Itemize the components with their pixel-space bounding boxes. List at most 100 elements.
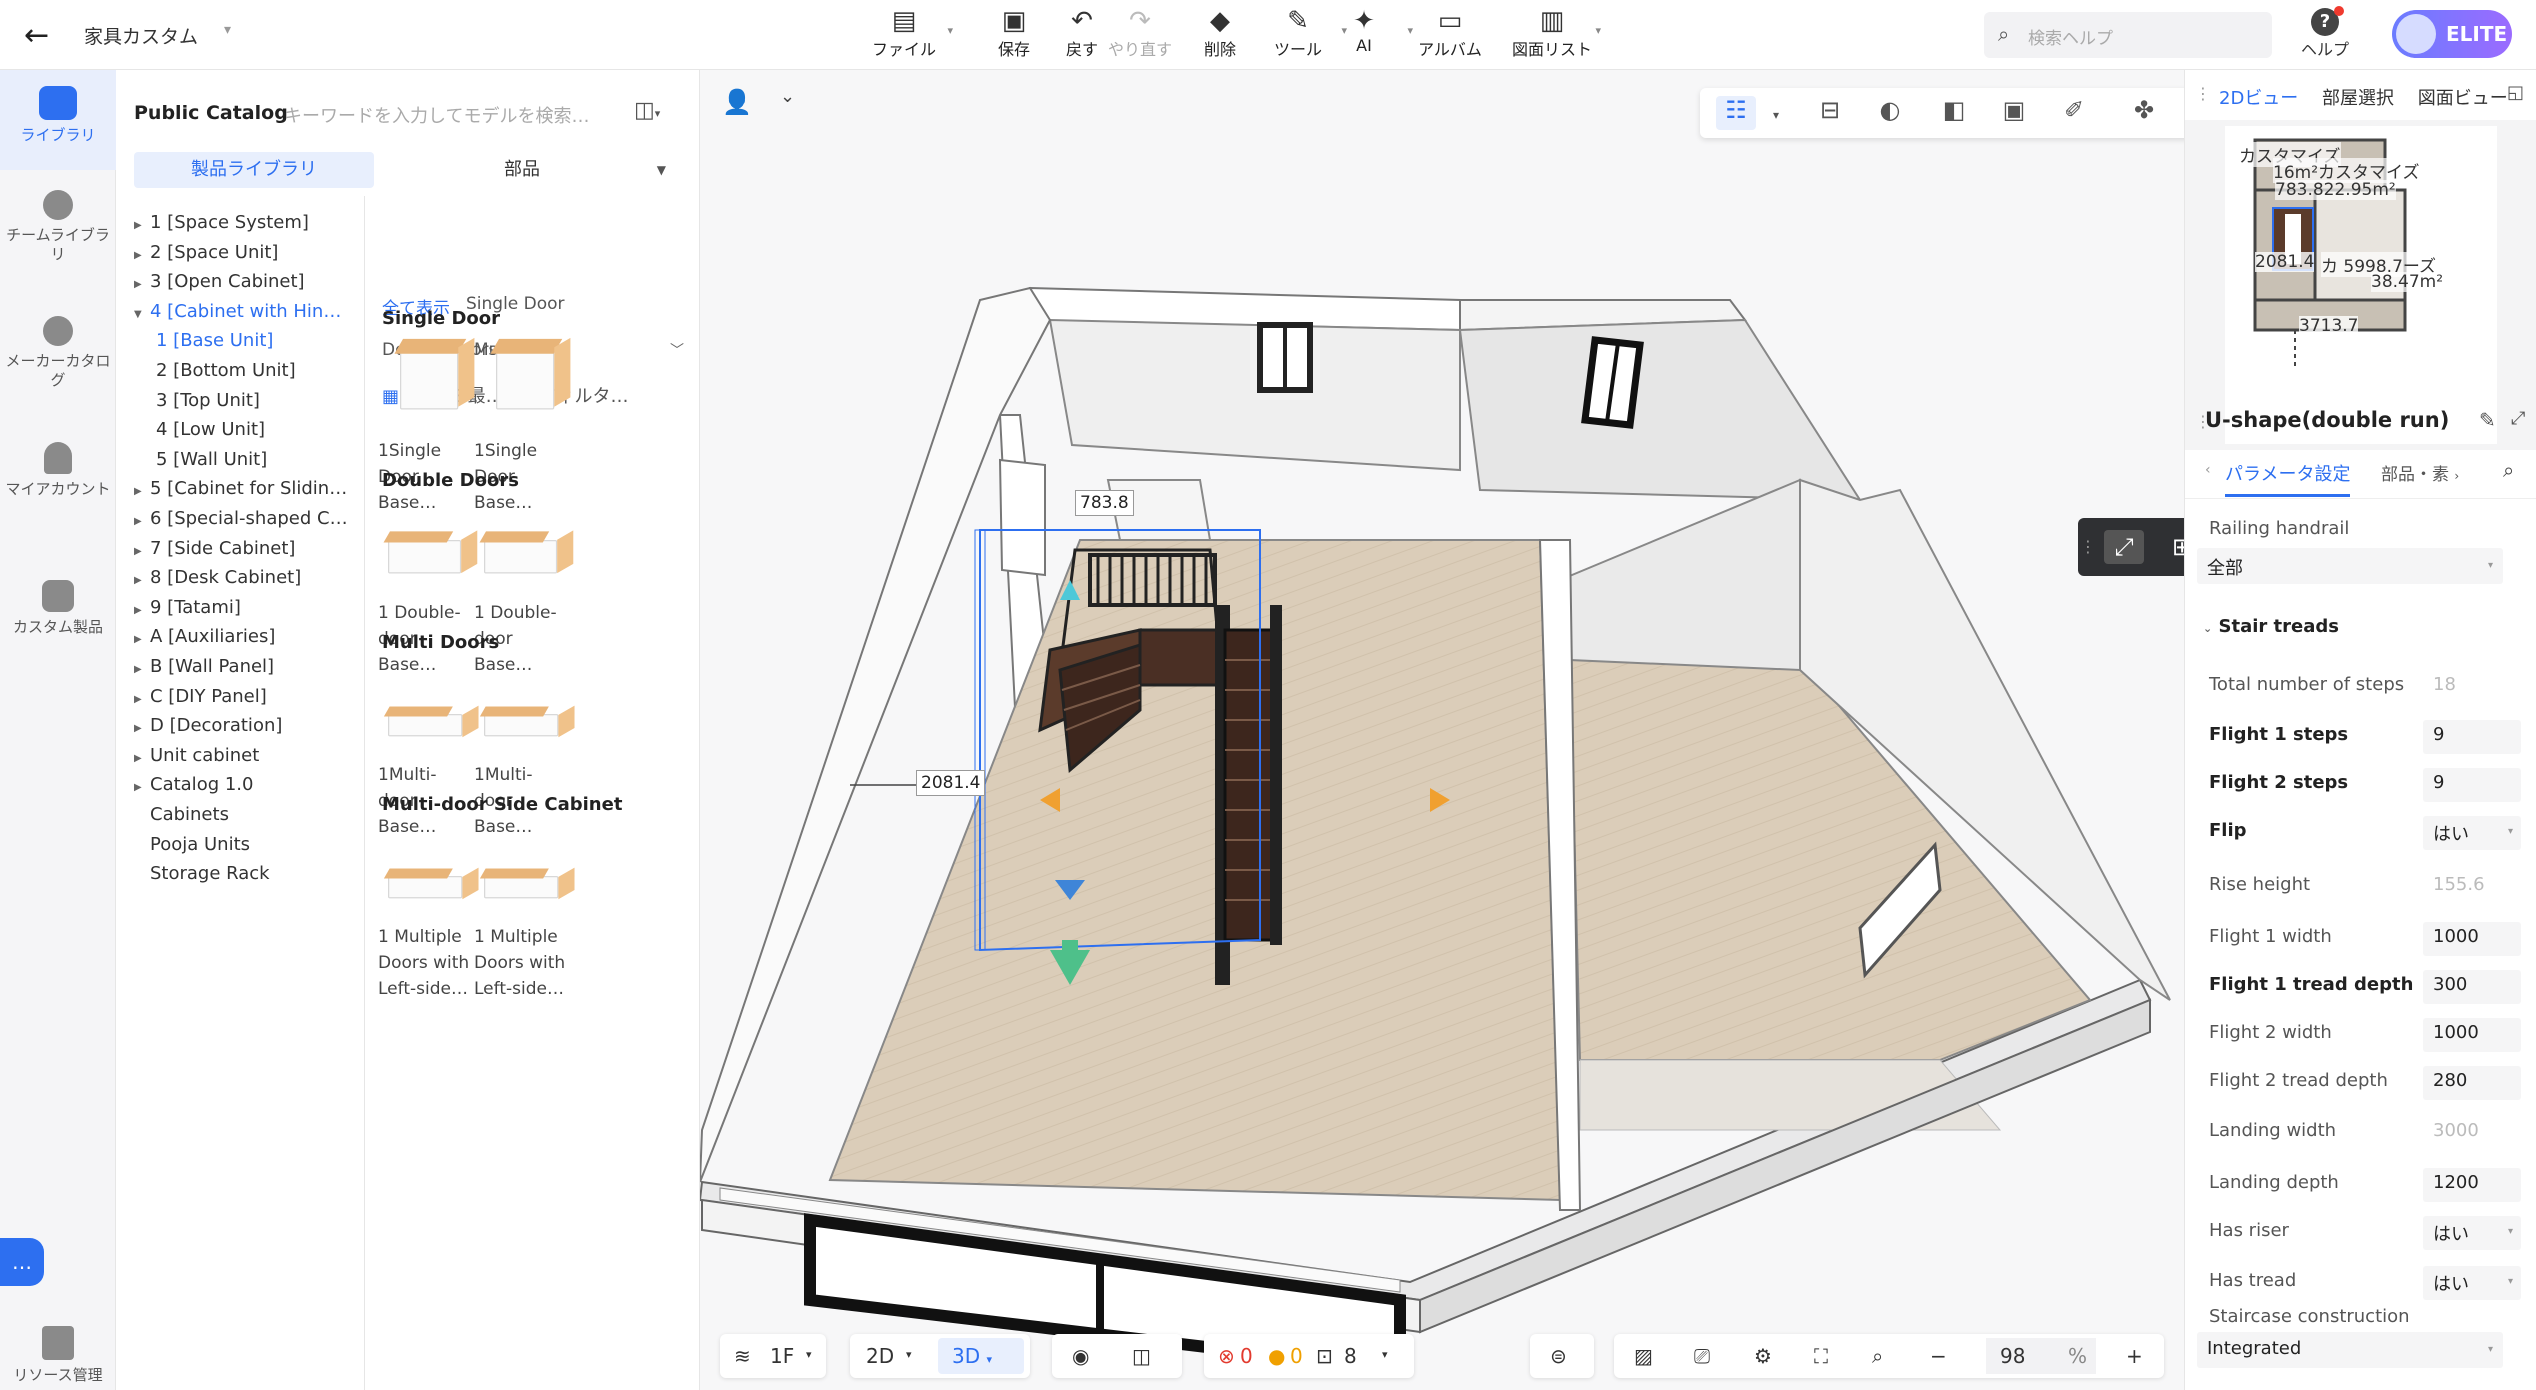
zoom-in-icon[interactable]: +: [2126, 1344, 2143, 1368]
issues-indicator[interactable]: ⊗ 0 ● 0 ⊡ 8 ▾: [1204, 1334, 1414, 1378]
rail-maker-catalog[interactable]: メーカーカタログ: [0, 308, 116, 390]
back-arrow-icon[interactable]: ←: [24, 18, 49, 53]
minimize-icon[interactable]: ◱: [2507, 82, 2524, 103]
product-card[interactable]: 1 Multiple Doors with Left-side…: [474, 818, 575, 1002]
rail-custom-products[interactable]: カスタム製品: [0, 572, 116, 637]
brush-icon[interactable]: ✐: [2054, 96, 2094, 130]
tree-item[interactable]: ▶ 5 [Cabinet for Slidin…: [134, 478, 347, 499]
param-input[interactable]: はい ▾: [2423, 1266, 2521, 1300]
tree-item[interactable]: ▼ 4 [Cabinet with Hin…: [134, 301, 341, 322]
expand-icon[interactable]: ⤢: [2511, 408, 2525, 429]
tree-item[interactable]: ▶ Catalog 1.0: [134, 774, 253, 795]
chevron-down-icon[interactable]: ﹀: [670, 340, 684, 360]
tree-item[interactable]: ▶ Unit cabinet: [134, 745, 259, 766]
focus-icon[interactable]: ▣: [1994, 96, 2034, 130]
view-2d-button[interactable]: 2D: [866, 1344, 894, 1368]
search-icon[interactable]: ⌕: [2503, 458, 2514, 482]
tree-item[interactable]: 2 [Bottom Unit]: [156, 360, 296, 381]
eye-icon[interactable]: ◉: [1072, 1344, 1089, 1368]
tree-item[interactable]: ▶ A [Auxiliaries]: [134, 626, 275, 647]
minimap[interactable]: カスタマイズ 16m²カスタマイズ 783.822.95m² 2081.4 カ …: [2185, 120, 2536, 450]
construction-select[interactable]: Integrated ▾: [2197, 1332, 2503, 1368]
help-search-input[interactable]: ⌕ 検索ヘルプ: [1984, 12, 2272, 58]
product-card[interactable]: 1 Multiple Doors with Left-side…: [378, 818, 479, 1002]
tree-item[interactable]: ▶ 1 [Space System]: [134, 212, 309, 233]
tree-item[interactable]: 5 [Wall Unit]: [156, 449, 267, 470]
param-input[interactable]: 9: [2423, 768, 2521, 802]
toolbar-eraser-button[interactable]: ◆ 削除: [1175, 6, 1265, 60]
rail-team-library[interactable]: チームライブラリ: [0, 182, 116, 264]
tab-product-library[interactable]: 製品ライブラリ: [134, 152, 374, 188]
layout-toggle-icon[interactable]: ◫▾: [634, 98, 660, 123]
add-copy-icon[interactable]: ⊞: [2162, 530, 2184, 564]
catalog-search-input[interactable]: キーワードを入力してモデルを検索…: [284, 102, 589, 128]
chat-icon[interactable]: …: [0, 1238, 44, 1286]
account-badge[interactable]: ELITE: [2392, 10, 2512, 58]
transform-icon[interactable]: ⤢: [2104, 530, 2144, 564]
screenshot-icon[interactable]: ⎚: [1694, 1344, 1710, 1368]
tree-item[interactable]: ▶ B [Wall Panel]: [134, 656, 274, 677]
param-input[interactable]: 1000: [2423, 1018, 2521, 1052]
3d-viewport[interactable]: 👤 ⌄ ☷ ▾ ⊟ ◐ ◧ ▣ ✐ ✤ ⋮ ⤢ ⊞ ⧉ ↻ ☆ 🗑 ⊘ » 78…: [700, 70, 2184, 1390]
person-icon[interactable]: 👤: [722, 88, 752, 116]
zoom-out-icon[interactable]: −: [1930, 1344, 1947, 1368]
tree-item[interactable]: Pooja Units: [150, 834, 250, 855]
drag-handle-icon[interactable]: ⋮: [2195, 84, 2211, 103]
catalog-title[interactable]: Public Catalog: [134, 102, 288, 124]
toolbar-file-button[interactable]: ▤ ファイル ▾: [859, 6, 953, 60]
rail-resource-management[interactable]: リソース管理: [0, 1320, 116, 1385]
param-input[interactable]: 1200: [2423, 1168, 2521, 1202]
tree-item[interactable]: 3 [Top Unit]: [156, 390, 260, 411]
floor-selector[interactable]: ≋ 1F ▾: [720, 1334, 826, 1378]
tree-item[interactable]: Storage Rack: [150, 863, 270, 884]
tab-room-select[interactable]: 部屋選択: [2322, 88, 2394, 109]
project-name[interactable]: 家具カスタム: [84, 22, 198, 49]
tree-item[interactable]: ▶ 9 [Tatami]: [134, 597, 241, 618]
help-button[interactable]: ? ヘルプ: [2292, 6, 2358, 60]
material-icon[interactable]: ◐: [1870, 96, 1910, 130]
chevron-down-icon[interactable]: ▾: [224, 22, 231, 38]
3d-scene[interactable]: [700, 70, 2184, 1390]
drag-handle-icon[interactable]: ⋮: [2080, 530, 2096, 564]
cube-icon[interactable]: ◫: [1132, 1344, 1151, 1368]
edit-icon[interactable]: ✎: [2479, 408, 2496, 432]
param-input[interactable]: はい ▾: [2423, 1216, 2521, 1250]
zoom-input[interactable]: 98%: [1986, 1338, 2096, 1374]
tree-item[interactable]: ▶ 2 [Space Unit]: [134, 242, 278, 263]
tree-item[interactable]: Cabinets: [150, 804, 229, 825]
tree-item[interactable]: ▶ D [Decoration]: [134, 715, 282, 736]
view-3d-button[interactable]: 3D ▾: [938, 1338, 1024, 1374]
zoom-area-icon[interactable]: ⌕: [1872, 1344, 1883, 1368]
tree-item[interactable]: ▶ 7 [Side Cabinet]: [134, 538, 295, 559]
paint-roller-icon[interactable]: ⊟: [1810, 96, 1850, 130]
stair-treads-section[interactable]: ⌄ Stair treads: [2203, 616, 2339, 637]
tab-parts[interactable]: 部品 ▼: [416, 152, 666, 188]
param-input[interactable]: 1000: [2423, 922, 2521, 956]
tab-parts-materials[interactable]: 部品・素 ›: [2381, 460, 2459, 485]
rail-library[interactable]: ライブラリ: [0, 70, 116, 170]
chevron-left-icon[interactable]: ‹: [2205, 462, 2211, 478]
mirror-icon[interactable]: ◧: [1934, 96, 1974, 130]
chevron-down-icon[interactable]: ▾: [1770, 108, 1782, 142]
tree-item[interactable]: ▶ 3 [Open Cabinet]: [134, 271, 305, 292]
camera-settings-icon[interactable]: ⚙: [1754, 1344, 1772, 1368]
chevron-down-icon[interactable]: ⌄: [780, 86, 795, 107]
plugin-icon[interactable]: ✤: [2124, 96, 2164, 130]
toolbar-album-button[interactable]: ▭ アルバム: [1405, 6, 1495, 60]
param-input[interactable]: 280: [2423, 1066, 2521, 1100]
param-input[interactable]: 300: [2423, 970, 2521, 1004]
fit-icon[interactable]: ⛶: [1814, 1344, 1828, 1368]
param-input[interactable]: 9: [2423, 720, 2521, 754]
tree-item[interactable]: ▶ 8 [Desk Cabinet]: [134, 567, 301, 588]
tab-drawing-view[interactable]: 図面ビュー: [2418, 88, 2508, 109]
tree-item[interactable]: ▶ 6 [Special-shaped C…: [134, 508, 348, 529]
tab-parameters[interactable]: パラメータ設定: [2225, 460, 2351, 497]
toolbar-redo-button[interactable]: ↷ やり直す: [1095, 6, 1185, 60]
annotation-icon[interactable]: ☷: [1716, 96, 1756, 130]
toolbar-drawing-list-button[interactable]: ▥ 図面リスト ▾: [1507, 6, 1601, 60]
rail-my-account[interactable]: マイアカウント: [0, 434, 116, 499]
toolbar-ai-button[interactable]: ✦ AI ▾: [1319, 6, 1413, 55]
tab-2d-view[interactable]: 2Dビュー: [2219, 88, 2298, 109]
tree-item[interactable]: ▶ C [DIY Panel]: [134, 686, 267, 707]
railing-select[interactable]: 全部 ▾: [2197, 548, 2503, 584]
